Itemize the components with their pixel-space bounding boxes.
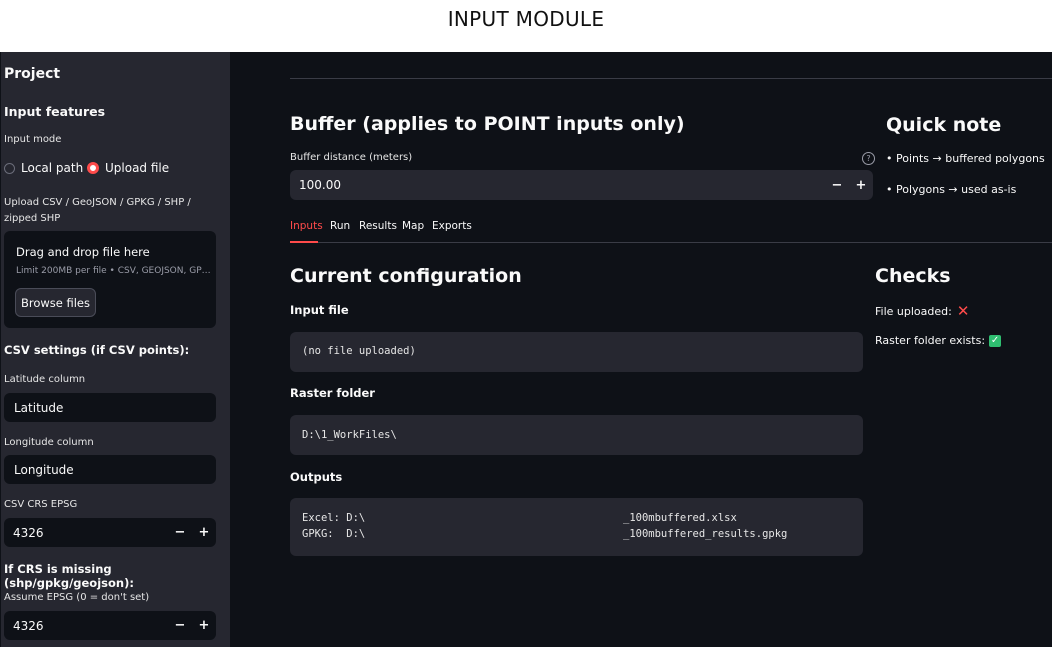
tab-inputs[interactable]: Inputs	[290, 220, 323, 232]
figure-caption: INPUT MODULE	[0, 0, 1052, 52]
radio-local-path-label: Local path	[21, 161, 84, 175]
help-icon[interactable]: ?	[862, 152, 875, 165]
input-file-code: (no file uploaded)	[290, 332, 863, 372]
csv-settings-heading: CSV settings (if CSV points):	[4, 343, 190, 357]
main-content: Buffer (applies to POINT inputs only) Bu…	[230, 52, 1052, 647]
buffer-distance-value[interactable]: 100.00	[290, 178, 825, 192]
app-window: Project Input features Input mode Local …	[0, 52, 1052, 647]
radio-local-path[interactable]: Local path	[4, 161, 83, 175]
upload-label: Upload CSV / GeoJSON / GPKG / SHP / zipp…	[4, 197, 191, 224]
checks-heading: Checks	[875, 265, 951, 287]
outputs-code: Excel: D:\ _100mbuffered.xlsx GPKG: D:\ …	[290, 498, 863, 556]
tab-results[interactable]: Results	[359, 220, 397, 232]
csv-crs-input: 4326 − +	[4, 518, 216, 547]
tab-map[interactable]: Map	[402, 220, 424, 232]
increment-button[interactable]: +	[849, 178, 873, 193]
check-mark-icon: ✓	[989, 334, 1002, 347]
active-tab-indicator	[290, 241, 318, 243]
buffer-distance-label: Buffer distance (meters)	[290, 152, 413, 163]
increment-button[interactable]: +	[192, 525, 216, 540]
longitude-input[interactable]: Longitude	[4, 455, 216, 484]
decrement-button[interactable]: −	[168, 525, 192, 540]
check-raster-exists-label: Raster folder exists:	[875, 334, 986, 347]
quick-note-heading: Quick note	[886, 114, 1002, 136]
radio-selected-icon	[87, 162, 99, 174]
crs-missing-heading: If CRS is missing (shp/gpkg/geojson):	[4, 562, 134, 590]
radio-unselected-icon	[4, 162, 15, 174]
decrement-button[interactable]: −	[168, 618, 192, 633]
check-file-uploaded: File uploaded: ✕	[875, 302, 969, 320]
radio-upload-file-label: Upload file	[105, 161, 170, 175]
latitude-label: Latitude column	[4, 374, 86, 385]
latitude-input[interactable]: Latitude	[4, 393, 216, 422]
dropzone-title: Drag and drop file here	[16, 245, 150, 259]
raster-folder-label: Raster folder	[290, 386, 375, 400]
tab-exports[interactable]: Exports	[432, 220, 472, 232]
browse-files-button[interactable]: Browse files	[15, 288, 96, 317]
sidebar: Project Input features Input mode Local …	[1, 52, 230, 647]
csv-crs-value[interactable]: 4326	[4, 526, 168, 540]
buffer-distance-input: 100.00 − +	[290, 170, 873, 200]
quick-note-item: • Polygons → used as-is	[886, 183, 1017, 196]
assume-epsg-value[interactable]: 4326	[4, 619, 168, 633]
assume-epsg-label: Assume EPSG (0 = don't set)	[4, 592, 150, 603]
buffer-heading: Buffer (applies to POINT inputs only)	[290, 113, 685, 135]
outputs-label: Outputs	[290, 470, 343, 484]
increment-button[interactable]: +	[192, 618, 216, 633]
cross-mark-icon: ✕	[956, 302, 970, 320]
quick-note-item: • Points → buffered polygons	[886, 152, 1045, 165]
tab-bar: Inputs Run Results Map Exports	[290, 220, 1052, 243]
dropzone-limit: Limit 200MB per file • CSV, GEOJSON, GP…	[16, 266, 211, 276]
project-heading: Project	[4, 66, 61, 82]
outputs-excel-prefix: Excel: D:\	[302, 512, 366, 524]
check-file-uploaded-label: File uploaded:	[875, 304, 952, 318]
tab-run[interactable]: Run	[330, 220, 350, 232]
input-mode-label: Input mode	[4, 134, 62, 145]
file-dropzone[interactable]: Drag and drop file here Limit 200MB per …	[4, 231, 216, 328]
input-features-heading: Input features	[4, 104, 106, 119]
outputs-gpkg-prefix: GPKG: D:\	[302, 528, 366, 540]
radio-upload-file[interactable]: Upload file	[87, 161, 169, 175]
input-file-label: Input file	[290, 303, 349, 317]
assume-epsg-input: 4326 − +	[4, 611, 216, 640]
outputs-gpkg-suffix: _100mbuffered_results.gpkg	[623, 528, 788, 540]
longitude-label: Longitude column	[4, 437, 94, 448]
raster-folder-code: D:\1_WorkFiles\	[290, 415, 863, 455]
outputs-excel-suffix: _100mbuffered.xlsx	[623, 512, 737, 524]
tab-divider	[290, 242, 1052, 243]
current-configuration-heading: Current configuration	[290, 265, 522, 287]
csv-crs-label: CSV CRS EPSG	[4, 499, 78, 510]
check-raster-exists: Raster folder exists: ✓	[875, 334, 1002, 347]
decrement-button[interactable]: −	[825, 178, 849, 193]
top-divider	[290, 78, 1052, 79]
